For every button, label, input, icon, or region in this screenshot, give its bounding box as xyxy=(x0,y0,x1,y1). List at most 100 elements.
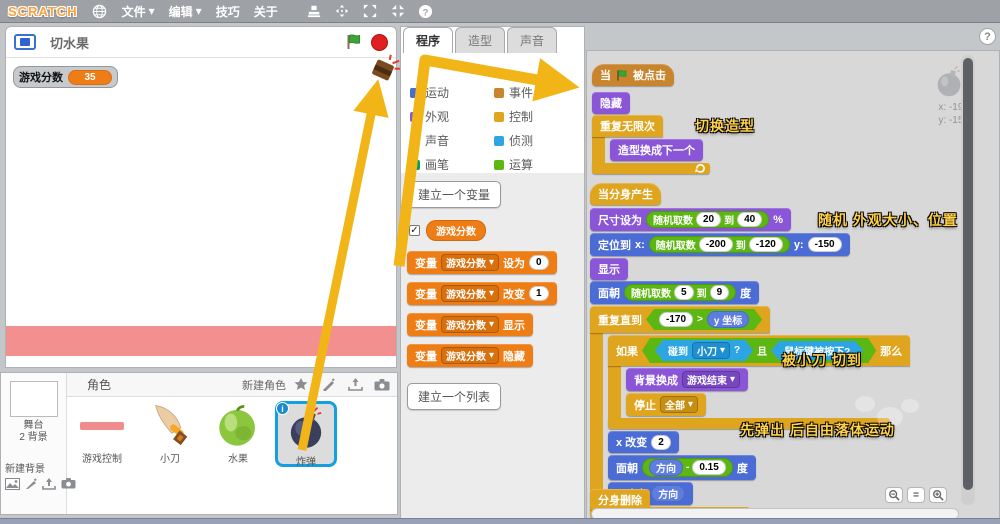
category-motion[interactable]: 运动 xyxy=(407,83,489,102)
variable-dropdown[interactable]: 游戏分数▾ xyxy=(441,347,499,364)
point-in-direction-block[interactable]: 面朝 随机取数5到9 度 xyxy=(590,281,759,304)
set-variable-block[interactable]: 变量 游戏分数▾ 设为 0 xyxy=(407,251,557,274)
sprite-game-control[interactable]: 游戏控制 xyxy=(71,401,133,467)
category-operators[interactable]: 运算 xyxy=(491,155,560,174)
backdrop-dropdown[interactable]: 游戏结束▾ xyxy=(682,371,740,388)
category-sensing[interactable]: 侦测 xyxy=(491,131,560,150)
category-sound[interactable]: 声音 xyxy=(407,131,489,150)
subtract-operator[interactable]: 方向 - 0.15 xyxy=(642,458,733,477)
stop-dropdown[interactable]: 全部▾ xyxy=(660,396,698,413)
sprite-fruit[interactable]: 水果 xyxy=(207,401,269,467)
bubble-decoration xyxy=(901,399,919,413)
sprite-library-icon[interactable] xyxy=(292,377,310,393)
backdrop-count: 2 背景 xyxy=(19,432,47,444)
tab-scripts[interactable]: 程序 xyxy=(403,27,453,53)
point-in-direction-block-2[interactable]: 面朝 方向 - 0.15 度 xyxy=(608,455,756,480)
camera-backdrop-icon[interactable] xyxy=(61,478,76,490)
change-x-block[interactable]: x 改变2 xyxy=(608,431,679,453)
switch-backdrop-block[interactable]: 背景换成 游戏结束▾ xyxy=(626,368,748,391)
menu-file[interactable]: 文件▾ xyxy=(122,3,155,20)
variable-dropdown[interactable]: 游戏分数▾ xyxy=(441,285,499,302)
sprite-bomb[interactable]: i 炸弹 xyxy=(275,401,337,467)
if-block[interactable]: 如果 碰到小刀▾? 且 鼠标键被按下? 那么 xyxy=(608,335,910,429)
upload-sprite-icon[interactable] xyxy=(346,377,364,393)
make-variable-button[interactable]: 建立一个变量 xyxy=(407,181,501,208)
grow-sprite-icon[interactable] xyxy=(362,3,378,19)
change-variable-block[interactable]: 变量 游戏分数▾ 改变 1 xyxy=(407,282,557,305)
variable-dropdown[interactable]: 游戏分数▾ xyxy=(441,316,499,333)
duplicate-stamp-icon[interactable] xyxy=(306,3,322,19)
shrink-sprite-icon[interactable] xyxy=(390,3,406,19)
fullscreen-icon[interactable] xyxy=(14,34,36,50)
category-control[interactable]: 控制 xyxy=(491,107,560,126)
zoom-in-button[interactable] xyxy=(929,487,947,503)
hide-variable-block[interactable]: 变量 游戏分数▾ 隐藏 xyxy=(407,344,533,367)
pick-random-reporter[interactable]: 随机取数5到9 xyxy=(624,284,736,301)
scratch-logo: SCRATCH xyxy=(8,4,78,19)
hide-block[interactable]: 隐藏 xyxy=(592,92,630,114)
stage-selector[interactable]: 舞台 2 背景 新建背景 xyxy=(1,373,67,514)
green-flag-icon[interactable] xyxy=(345,33,363,51)
help-icon[interactable]: ? xyxy=(418,3,434,19)
stage-header: 切水果 xyxy=(6,27,396,58)
sprite-info-icon[interactable]: i xyxy=(276,402,289,415)
category-looks[interactable]: 外观 xyxy=(407,107,489,126)
new-sprite-label: 新建角色 xyxy=(242,377,286,393)
backdrop-library-icon[interactable] xyxy=(5,478,20,490)
go-to-xy-block[interactable]: 定位到x: 随机取数-200到-120 y:-150 xyxy=(590,233,850,256)
tab-sounds[interactable]: 声音 xyxy=(507,27,557,53)
menu-edit[interactable]: 编辑▾ xyxy=(169,3,202,20)
upload-backdrop-icon[interactable] xyxy=(42,478,56,490)
menu-about[interactable]: 关于 xyxy=(254,3,278,20)
next-costume-block[interactable]: 造型换成下一个 xyxy=(610,139,703,161)
script-vertical-scrollbar[interactable] xyxy=(961,55,975,505)
stage-thumbnail[interactable] xyxy=(10,381,58,417)
value-input[interactable]: 1 xyxy=(529,286,549,301)
game-control-bar-sprite xyxy=(6,326,396,356)
language-globe-icon[interactable] xyxy=(92,3,108,19)
variable-checkbox[interactable]: ✓ xyxy=(409,225,420,236)
repeat-until-block[interactable]: 重复直到 -170 > y 坐标 如果 碰到小刀▾? 且 xyxy=(590,306,910,518)
when-flag-clicked-block[interactable]: 当 被点击 xyxy=(592,64,674,86)
stage-viewport[interactable]: 游戏分数 35 xyxy=(6,58,396,358)
direction-reporter[interactable]: 方向 xyxy=(651,485,685,502)
script-area[interactable]: 当 被点击 隐藏 重复无限次 造型换成下一个 当分身产生 尺寸设为 随机取数20… xyxy=(586,50,1000,524)
pick-random-reporter[interactable]: 随机取数20到40 xyxy=(646,211,769,228)
paint-backdrop-icon[interactable] xyxy=(25,478,37,490)
variable-dropdown[interactable]: 游戏分数▾ xyxy=(441,254,499,271)
show-block[interactable]: 显示 xyxy=(590,258,628,280)
sprite-knife[interactable]: 小刀 xyxy=(139,401,201,467)
when-start-as-clone-block[interactable]: 当分身产生 xyxy=(590,183,661,205)
category-pen[interactable]: 画笔 xyxy=(407,155,489,174)
variable-reporter[interactable]: 游戏分数 xyxy=(426,220,486,241)
y-position-reporter[interactable]: y 坐标 xyxy=(707,311,749,328)
stop-button[interactable] xyxy=(371,34,388,51)
show-variable-block[interactable]: 变量 游戏分数▾ 显示 xyxy=(407,313,533,336)
set-size-block[interactable]: 尺寸设为 随机取数20到40 % xyxy=(590,208,791,231)
greater-than-operator[interactable]: -170 > y 坐标 xyxy=(646,309,762,330)
bubble-decoration xyxy=(855,396,875,412)
zoom-reset-button[interactable]: = xyxy=(907,487,925,503)
forever-block[interactable]: 重复无限次 造型换成下一个 xyxy=(592,115,710,174)
touching-sprite-boolean[interactable]: 碰到小刀▾? xyxy=(655,340,753,361)
sprite-dropdown[interactable]: 小刀▾ xyxy=(692,342,730,359)
tab-costumes[interactable]: 造型 xyxy=(455,27,505,53)
stop-all-block[interactable]: 停止 全部▾ xyxy=(626,393,706,416)
annotation-pop-then-fall: 先弹出 后自由落体运动 xyxy=(740,420,895,440)
value-input[interactable]: 0 xyxy=(529,255,549,270)
new-backdrop-label: 新建背景 xyxy=(1,460,45,475)
zoom-out-button[interactable] xyxy=(885,487,903,503)
pick-random-reporter[interactable]: 随机取数-200到-120 xyxy=(649,236,790,253)
score-variable-monitor[interactable]: 游戏分数 35 xyxy=(13,66,118,88)
direction-reporter[interactable]: 方向 xyxy=(649,459,683,476)
help-button[interactable]: ? xyxy=(979,28,996,45)
category-events[interactable]: 事件 xyxy=(491,83,560,102)
control-color-swatch xyxy=(494,112,504,122)
delete-tool-icon[interactable] xyxy=(334,3,350,19)
paint-sprite-icon[interactable] xyxy=(319,377,337,393)
menu-tips[interactable]: 技巧 xyxy=(216,3,240,20)
project-title: 切水果 xyxy=(50,33,337,52)
dropdown-arrow-icon: ▾ xyxy=(489,350,494,361)
make-list-button[interactable]: 建立一个列表 xyxy=(407,383,501,410)
camera-sprite-icon[interactable] xyxy=(373,377,391,393)
